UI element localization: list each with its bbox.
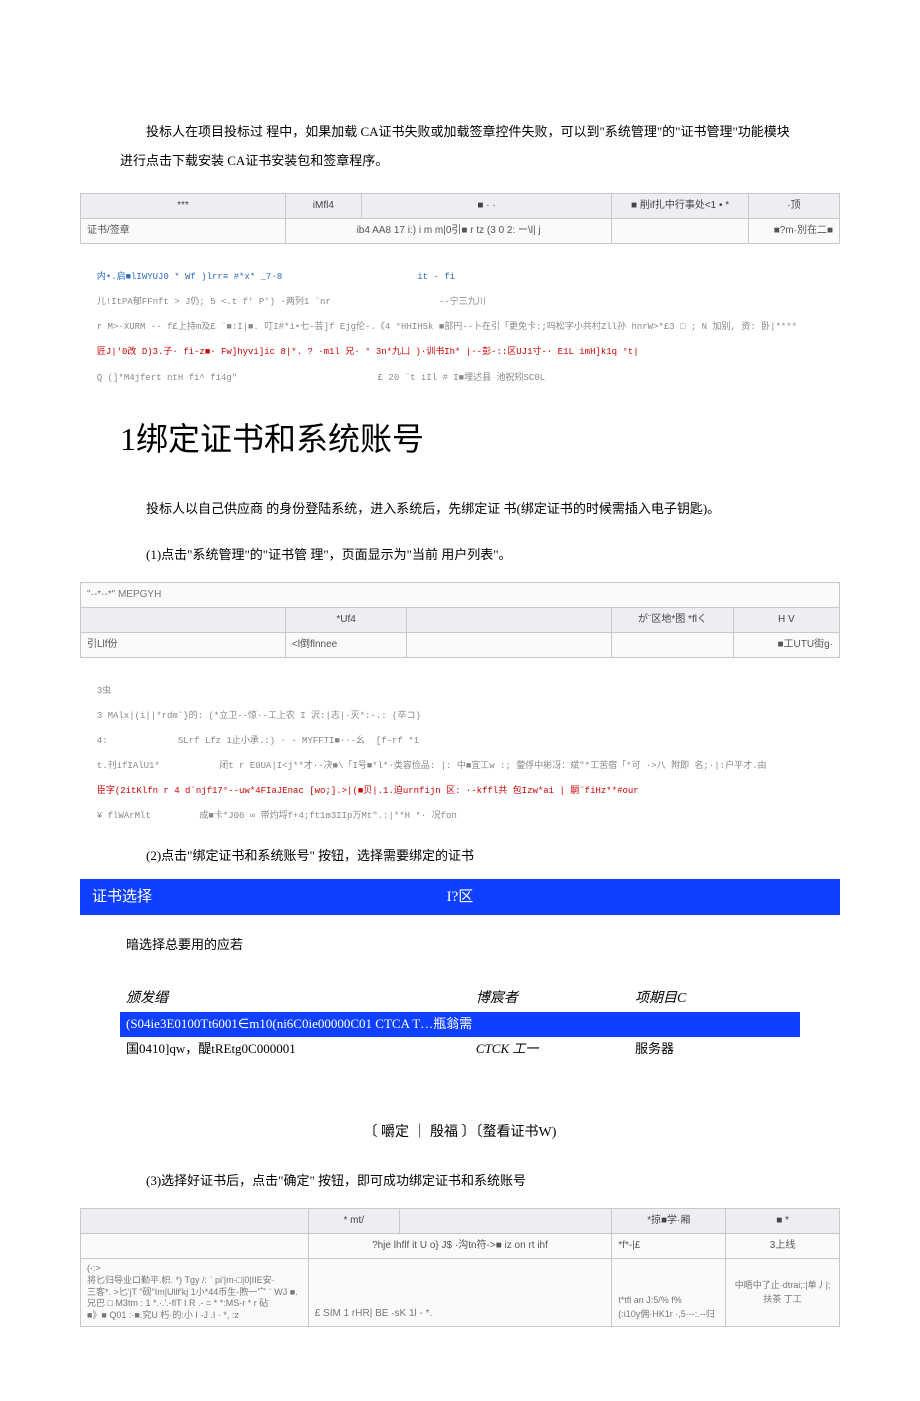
t3-r2c3: t*tfl an J:5/% f% (:i10y佣·HK1r ·,5·--:.-… (612, 1259, 726, 1326)
t3-r1c1 (81, 1234, 309, 1259)
t1-h5: ·顶 (748, 194, 839, 219)
t1-h2: iMfl4 (285, 194, 361, 219)
t3-r1c4: *f*-|£ (612, 1234, 726, 1259)
cert-row2-c3: 服务器 (635, 1039, 794, 1060)
t3-h5: ■ * (726, 1209, 840, 1234)
t1-h3: ■ · · (361, 194, 611, 219)
cert-row2-c1: 国0410]qw，醍tREtg0C000001 (126, 1039, 476, 1060)
cert-hint: 暗选择总要用的应若 (126, 935, 794, 956)
t1-r1c5: ■?m·別在二■ (748, 219, 839, 244)
t1-h1: *** (81, 194, 286, 219)
screenshot-table-3: * mt/ *掠■学·厢 ■ * ?hje lhflf it U o} J$ ·… (80, 1208, 840, 1326)
t1-r1c3: ib4 AA8 17 i:) i m m|0引■ r tz (3 0 2: ー\… (285, 219, 611, 244)
screenshot-table-2: "·-*·-*" MEPGYH *Uf4 が¨区地*图 *flく H V 引Ll… (80, 582, 840, 658)
t2-r1c1: 引Llf份 (81, 632, 286, 657)
paragraph-2: 投标人以自己供应商 的身份登陆系统，进入系统后，先绑定证 书(绑定证书的时候需插… (120, 495, 800, 524)
t1-h4: ■ 削if扎中行事处<1 • * (612, 194, 749, 219)
noise-block-1: 内•.启■lIWYUJ0 * Wf )lrr≡ #*x* _7·8 it - f… (86, 258, 840, 384)
screenshot-table-1: *** iMfl4 ■ · · ■ 削if扎中行事处<1 • * ·顶 证书/签… (80, 193, 840, 244)
col-subject: 博宸者 (476, 988, 635, 1010)
t3-h2: * mt/ (308, 1209, 399, 1234)
t3-h4: *掠■学·厢 (612, 1209, 726, 1234)
heading-1: 1绑定证书和系统账号 (120, 414, 840, 465)
noise-block-2: 3虫 3 MAlx|(i||*rdm¨}的: (*立卫--惊·-工上农 I 沢:… (86, 672, 840, 823)
t3-r1c3: ?hje lhflf it U o} J$ ·沟tn符->■ iz on rt … (308, 1234, 612, 1259)
intro-paragraph: 投标人在项目投标过 程中，如果加载 CA证书失败或加载签章控件失败，可以到"系统… (120, 118, 800, 175)
t2-h5: H V (733, 607, 839, 632)
t2-top: "·-*·-*" MEPGYH (81, 582, 840, 607)
col-issuer: 颁发缗 (126, 988, 476, 1010)
step-1: (1)点击"系统管理"的"证书管 理"，页面显示为"当前 用户列表"。 (120, 542, 800, 568)
cert-select-mid: I?区 (337, 885, 582, 909)
cert-row-2[interactable]: 国0410]qw，醍tREtg0C000001 CTCK 工一 服务器 (120, 1037, 800, 1062)
t2-h2: *Uf4 (285, 607, 406, 632)
t2-h3 (407, 607, 612, 632)
t2-r1c5: ■工UTU街g· (733, 632, 839, 657)
t1-r1c4 (612, 219, 749, 244)
dialog-buttons[interactable]: 〔 嚼定 ｜ 殷福 〕〔蝥看证书W) (80, 1122, 840, 1144)
cert-row1-c1: (S04ie3E0100Tt6001∈m10(ni6C0ie00000C01 C… (126, 1014, 476, 1035)
cert-select-body: 暗选择总要用的应若 颁发缗 博宸者 项期目C (S04ie3E0100Tt600… (120, 935, 800, 1062)
cert-row1-c3 (635, 1014, 794, 1035)
step-2: (2)点击"绑定证书和系统账号" 按钮，选择需要绑定的证书 (120, 843, 800, 869)
cert-list-header: 颁发缗 博宸者 项期目C (120, 986, 800, 1012)
step-3: (3)选择好证书后，点击"确定" 按钮，即可成功绑定证书和系统账号 (120, 1168, 800, 1194)
cert-row-selected[interactable]: (S04ie3E0100Tt6001∈m10(ni6C0ie00000C01 C… (120, 1012, 800, 1037)
t3-r2c4: 中晤中了止·dtrai;:|单丿|;扶茶 丁工 (726, 1259, 840, 1326)
cert-row1-c2 (476, 1014, 635, 1035)
t1-r1c1: 证书/签章 (81, 219, 286, 244)
t3-r2c1: (-:> 将匕归导业ロ勤平.帜. *) Tgy /: ¨ pi'|m-□|0|I… (81, 1259, 309, 1326)
col-expiry: 项期目C (635, 988, 794, 1010)
t2-r1c4 (612, 632, 733, 657)
t3-h1 (81, 1209, 309, 1234)
t2-h4: が¨区地*图 *flく (612, 607, 733, 632)
cert-select-title: 证书选择 (92, 885, 337, 909)
cert-row2-c2: CTCK 工一 (476, 1039, 635, 1060)
t3-r1c5: 3上线 (726, 1234, 840, 1259)
cert-select-titlebar: 证书选择 I?区 (80, 879, 840, 915)
t3-h3 (399, 1209, 612, 1234)
t2-h1 (81, 607, 286, 632)
t2-r1c2: <l倒flnnee (285, 632, 406, 657)
t2-r1c3 (407, 632, 612, 657)
t3-r2c2: £ SIM 1 rHR| BE ·sK 1l - *. (308, 1259, 612, 1326)
